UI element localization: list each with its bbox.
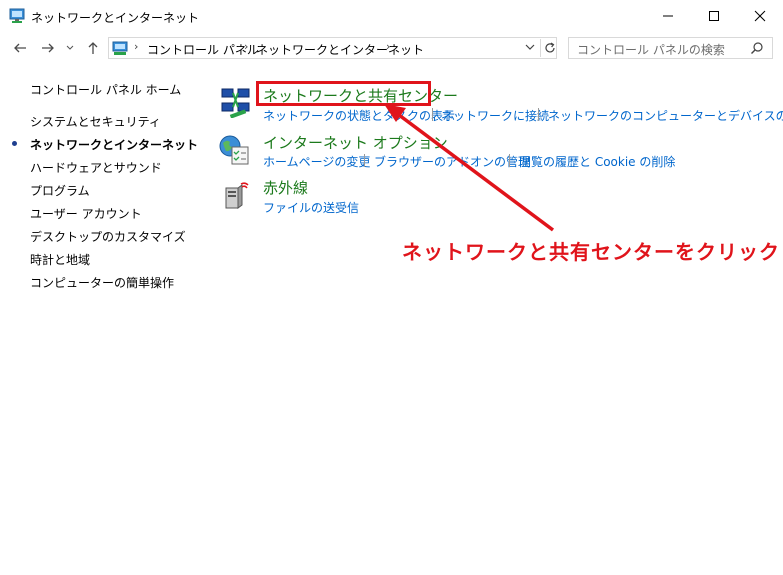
annotation-text: ネットワークと共有センターをクリック: [402, 240, 780, 264]
annotation-arrow: [384, 104, 555, 232]
